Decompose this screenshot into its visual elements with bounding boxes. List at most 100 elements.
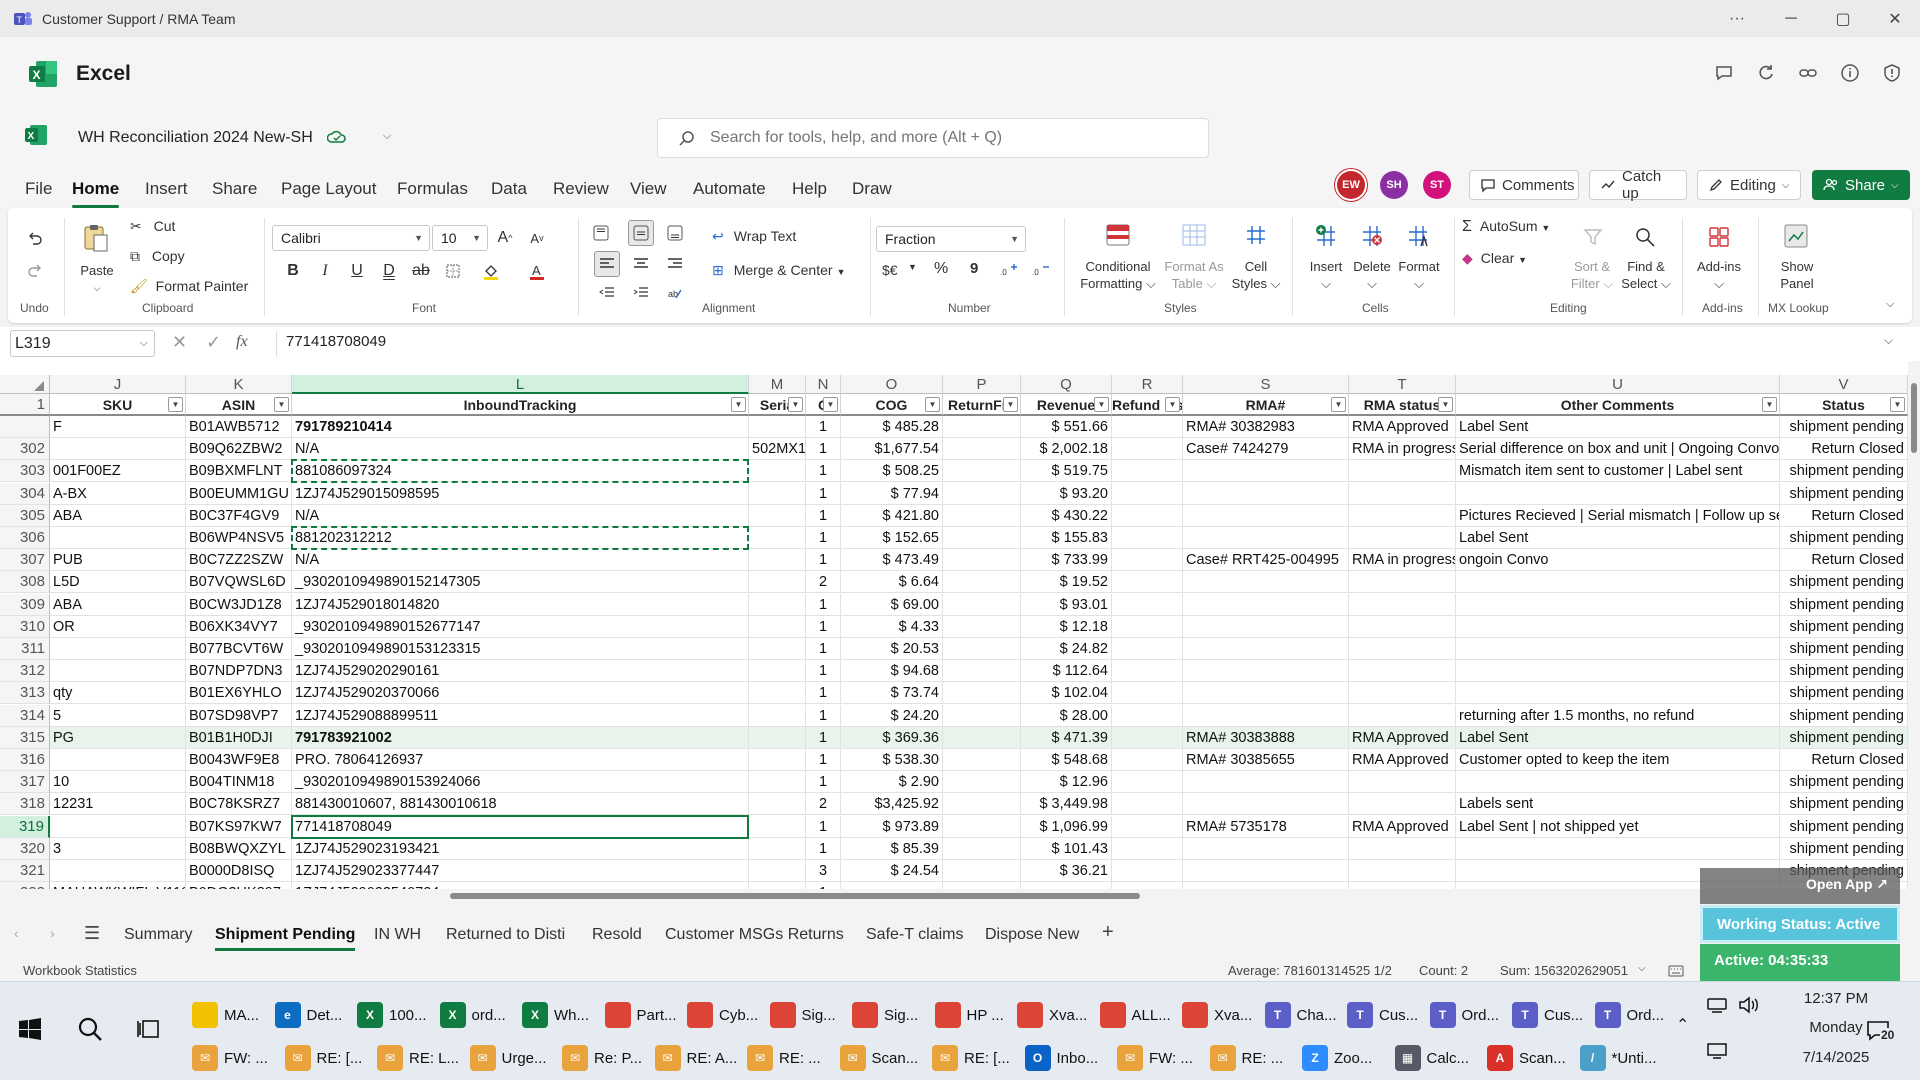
- cell-n302[interactable]: 1: [806, 438, 841, 461]
- cell-m301[interactable]: [749, 416, 806, 438]
- horizontal-scrollbar[interactable]: [0, 889, 1908, 903]
- cell-j303[interactable]: 001F00EZ: [50, 460, 186, 483]
- maximize-button[interactable]: ▢: [1818, 0, 1868, 37]
- cell-s321[interactable]: [1183, 860, 1349, 882]
- cell-j313[interactable]: qty: [50, 682, 186, 705]
- cell-r315[interactable]: [1112, 726, 1183, 749]
- find-icon[interactable]: [1630, 222, 1660, 252]
- filter-dropdown-icon[interactable]: ▼: [823, 397, 838, 412]
- filter-dropdown-icon[interactable]: ▼: [1890, 397, 1905, 412]
- cell-q316[interactable]: $ 548.68: [1021, 749, 1112, 771]
- cell-n306[interactable]: 1: [806, 527, 841, 549]
- cell-p313[interactable]: [943, 682, 1021, 705]
- cell-n318[interactable]: 2: [806, 793, 841, 816]
- taskbar-app-button[interactable]: ✉ Urge...: [469, 1038, 547, 1078]
- cell-s302[interactable]: Case# 7424279: [1183, 438, 1349, 461]
- cell-o308[interactable]: $ 6.64: [841, 571, 943, 594]
- row-number[interactable]: 318: [0, 793, 50, 816]
- taskbar-app-button[interactable]: ✉ Scan...: [839, 1038, 918, 1078]
- task-view-icon[interactable]: [136, 1018, 160, 1040]
- taskbar-app-button[interactable]: T Ord...: [1429, 995, 1499, 1035]
- accounting-format-button[interactable]: $€: [882, 262, 898, 278]
- cell-m308[interactable]: [749, 571, 806, 594]
- catch-up-button[interactable]: Catch up: [1589, 168, 1687, 202]
- cell-v308[interactable]: shipment pending: [1780, 571, 1908, 594]
- paste-chevron-icon[interactable]: ⌵: [88, 280, 106, 297]
- cell-l321[interactable]: 1ZJ74J529023377447: [292, 860, 749, 882]
- cell-o302[interactable]: $1,677.54: [841, 438, 943, 461]
- row-number[interactable]: 313: [0, 682, 50, 705]
- cell-l310[interactable]: _930201094989015267714​7: [292, 615, 749, 638]
- cell-u308[interactable]: [1456, 571, 1780, 594]
- cell-t316[interactable]: RMA Approved: [1349, 749, 1456, 771]
- percent-button[interactable]: %: [934, 260, 948, 278]
- autosum-button[interactable]: Σ AutoSum ▼: [1462, 218, 1550, 236]
- cell-m310[interactable]: [749, 615, 806, 638]
- add-sheet-icon[interactable]: +: [1102, 921, 1114, 944]
- cell-k310[interactable]: B06XK34VY7: [186, 615, 292, 638]
- increase-indent-icon[interactable]: [628, 280, 654, 306]
- row-number[interactable]: 304: [0, 482, 50, 505]
- shield-icon[interactable]: [1880, 61, 1904, 85]
- sheet-tab-returned-to-disti[interactable]: Returned to Disti: [446, 923, 565, 947]
- cell-l312[interactable]: 1ZJ74J529020290161: [292, 660, 749, 683]
- cell-m303[interactable]: [749, 460, 806, 483]
- cell-v318[interactable]: shipment pending: [1780, 793, 1908, 816]
- document-name[interactable]: WH Reconciliation 2024 New-SH: [78, 129, 313, 147]
- link-icon[interactable]: [1796, 61, 1820, 85]
- cell-s308[interactable]: [1183, 571, 1349, 594]
- cell-l320[interactable]: 1ZJ74J529023193421: [292, 837, 749, 860]
- cell-v313[interactable]: shipment pending: [1780, 682, 1908, 705]
- taskbar-app-button[interactable]: ▦ Calc...: [1394, 1038, 1469, 1078]
- cell-j308[interactable]: L5D: [50, 571, 186, 594]
- cell-j307[interactable]: PUB: [50, 549, 186, 572]
- menu-review[interactable]: Review: [553, 174, 609, 204]
- cell-s312[interactable]: [1183, 660, 1349, 683]
- cell-u312[interactable]: [1456, 660, 1780, 683]
- cell-k316[interactable]: B0043WF9E8: [186, 749, 292, 771]
- menu-automate[interactable]: Automate: [693, 174, 766, 204]
- comma-style-button[interactable]: 9: [970, 260, 978, 277]
- column-header-r[interactable]: R: [1112, 375, 1183, 394]
- sort-filter-icon[interactable]: [1578, 222, 1608, 252]
- cell-v309[interactable]: shipment pending: [1780, 593, 1908, 616]
- cell-n304[interactable]: 1: [806, 482, 841, 505]
- cell-u307[interactable]: ongoin Convo: [1456, 549, 1780, 572]
- cell-o311[interactable]: $ 20.53: [841, 638, 943, 660]
- cell-v310[interactable]: shipment pending: [1780, 615, 1908, 638]
- cell-p316[interactable]: [943, 749, 1021, 771]
- cell-p309[interactable]: [943, 593, 1021, 616]
- cell-p304[interactable]: [943, 482, 1021, 505]
- cell-t313[interactable]: [1349, 682, 1456, 705]
- column-header-p[interactable]: P: [943, 375, 1021, 394]
- table-header-cell[interactable]: C▼: [806, 394, 841, 416]
- select-all-corner[interactable]: [0, 375, 50, 394]
- align-middle-icon[interactable]: [628, 220, 654, 246]
- cell-k319[interactable]: B07KS97KW7: [186, 815, 292, 838]
- cell-q318[interactable]: $ 3,449.98: [1021, 793, 1112, 816]
- ribbon-expand-chevron-icon[interactable]: ⌵: [1886, 298, 1894, 311]
- cell-styles-button[interactable]: Cell Styles ⌵: [1228, 258, 1284, 292]
- taskbar-app-button[interactable]: ✉ Re: P...: [562, 1038, 642, 1078]
- cell-v320[interactable]: shipment pending: [1780, 837, 1908, 860]
- horizontal-scroll-thumb[interactable]: [450, 893, 1140, 899]
- filter-dropdown-icon[interactable]: ▼: [1438, 397, 1453, 412]
- cell-m315[interactable]: [749, 726, 806, 749]
- table-header-cell[interactable]: ASIN ▼: [186, 394, 292, 416]
- row-number[interactable]: 311: [0, 638, 50, 660]
- taskbar-app-button[interactable]: Part...: [604, 995, 677, 1035]
- taskbar-app-button[interactable]: Cyb...: [687, 995, 758, 1035]
- close-button[interactable]: ✕: [1870, 0, 1920, 37]
- cell-o318[interactable]: $3,425.92: [841, 793, 943, 816]
- chat-icon[interactable]: [1712, 61, 1736, 85]
- cell-o307[interactable]: $ 473.49: [841, 549, 943, 572]
- cell-j306[interactable]: [50, 527, 186, 549]
- delete-cells-icon[interactable]: [1354, 220, 1390, 250]
- cell-n310[interactable]: 1: [806, 615, 841, 638]
- cell-m321[interactable]: [749, 860, 806, 882]
- filter-dropdown-icon[interactable]: ▼: [788, 397, 803, 412]
- cell-l302[interactable]: N/A: [292, 438, 749, 461]
- fill-color-icon[interactable]: [478, 258, 504, 284]
- cell-k314[interactable]: B07SD98VP7: [186, 704, 292, 727]
- cell-u311[interactable]: [1456, 638, 1780, 660]
